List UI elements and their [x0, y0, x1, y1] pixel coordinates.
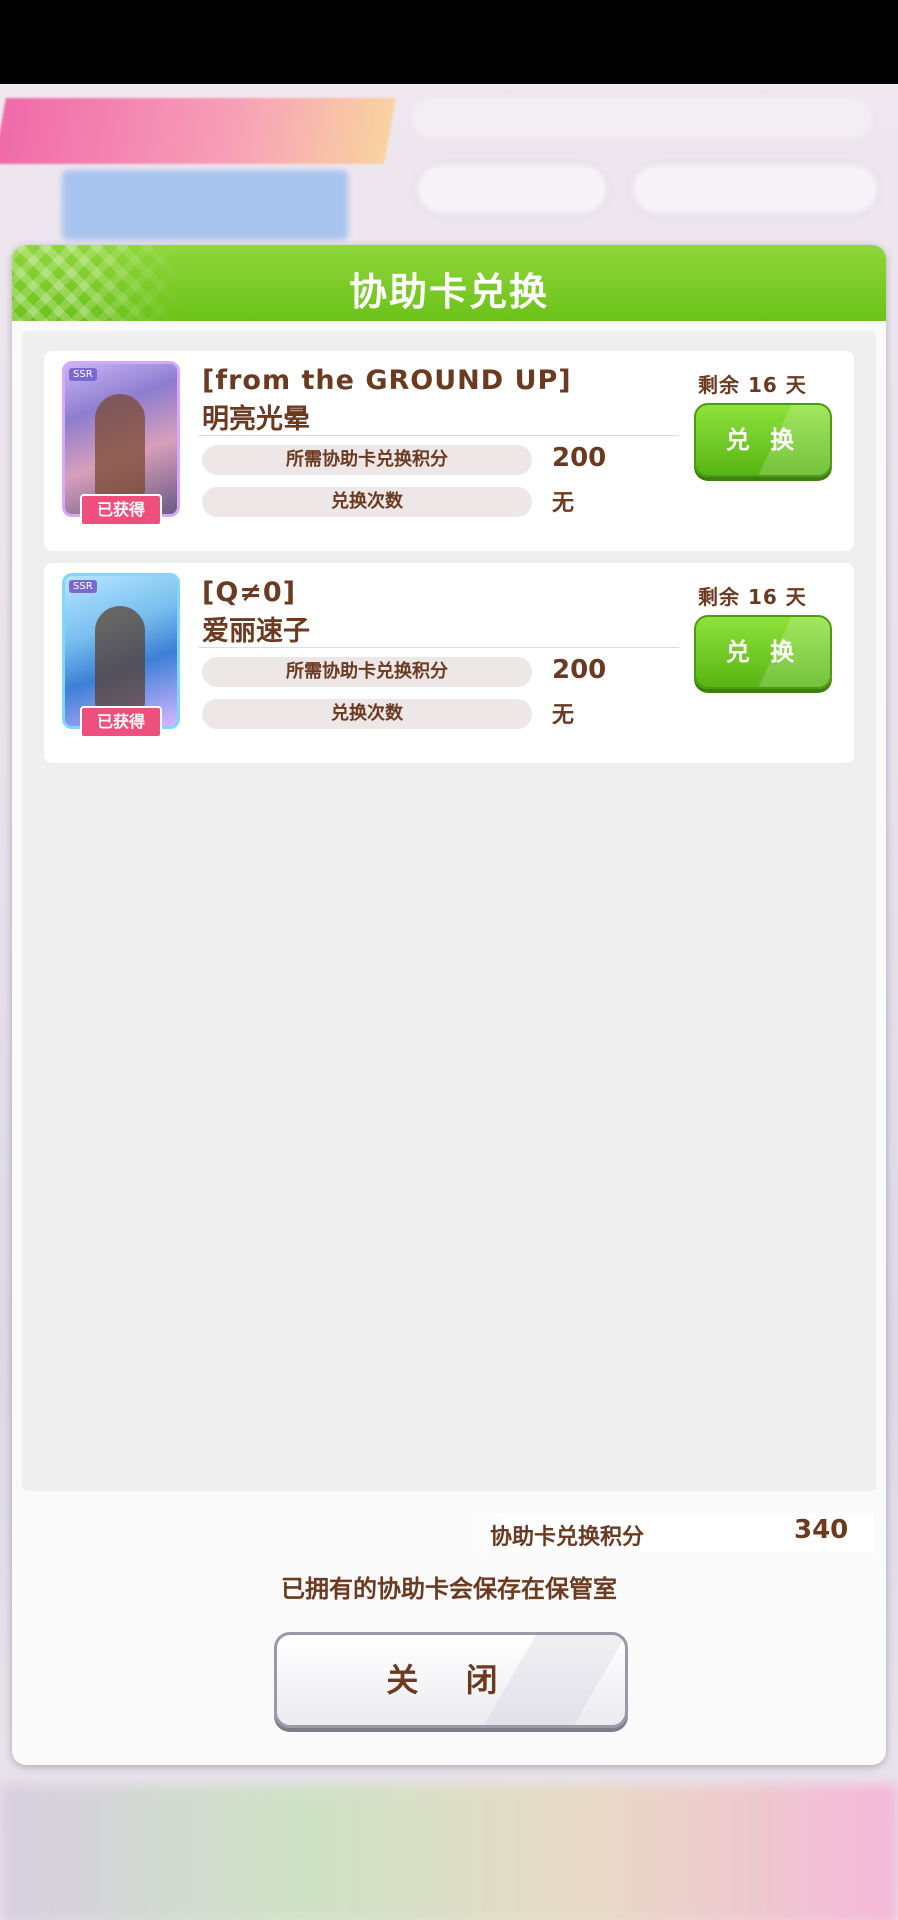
rarity-badge: SSR — [69, 580, 97, 593]
status-bar — [0, 0, 898, 84]
divider — [199, 647, 679, 648]
character-art — [95, 606, 145, 711]
cost-label: 所需协助卡兑换积分 — [202, 445, 532, 475]
exchange-dialog: 协助卡兑换 SSR 已获得 [from the GROUND UP] 明亮光晕 … — [12, 245, 886, 1765]
background-currency-bar — [412, 98, 872, 138]
card-title: [from the GROUND UP] — [202, 365, 572, 396]
count-value: 无 — [552, 703, 575, 728]
dialog-header: 协助卡兑换 — [12, 245, 886, 321]
remaining-days: 剩余 16 天 — [698, 373, 807, 397]
exchange-button[interactable]: 兑 换 — [694, 615, 832, 689]
close-button[interactable]: 关 闭 — [274, 1632, 628, 1728]
points-value: 340 — [794, 1515, 849, 1545]
count-value: 无 — [552, 491, 575, 516]
divider — [199, 435, 679, 436]
card-character-name: 明亮光晕 — [202, 404, 310, 435]
background-bottom-nav — [0, 1784, 898, 1920]
owned-badge: 已获得 — [80, 494, 162, 526]
close-button-label: 关 闭 — [386, 1661, 516, 1699]
character-art — [95, 394, 145, 499]
dialog-title: 协助卡兑换 — [348, 270, 549, 314]
list-item: SSR 已获得 [from the GROUND UP] 明亮光晕 所需协助卡兑… — [44, 351, 854, 551]
remaining-days: 剩余 16 天 — [698, 585, 807, 609]
background-button-right — [630, 162, 880, 216]
background-button-left — [415, 162, 609, 216]
rarity-badge: SSR — [69, 368, 97, 381]
storage-note: 已拥有的协助卡会保存在保管室 — [281, 1575, 617, 1603]
exchange-button[interactable]: 兑 换 — [694, 403, 832, 477]
count-label: 兑换次数 — [202, 699, 532, 729]
cost-value: 200 — [552, 443, 607, 473]
owned-badge: 已获得 — [80, 706, 162, 738]
card-title: [Q≠0] — [202, 577, 297, 608]
card-character-name: 爱丽速子 — [202, 616, 310, 647]
cost-label: 所需协助卡兑换积分 — [202, 657, 532, 687]
background-info-box — [62, 170, 348, 240]
background-banner — [0, 98, 396, 164]
cost-value: 200 — [552, 655, 607, 685]
points-label: 协助卡兑换积分 — [490, 1525, 645, 1550]
count-label: 兑换次数 — [202, 487, 532, 517]
list-item: SSR 已获得 [Q≠0] 爱丽速子 所需协助卡兑换积分 200 兑换次数 无 … — [44, 563, 854, 763]
exchange-list[interactable]: SSR 已获得 [from the GROUND UP] 明亮光晕 所需协助卡兑… — [22, 331, 876, 1491]
